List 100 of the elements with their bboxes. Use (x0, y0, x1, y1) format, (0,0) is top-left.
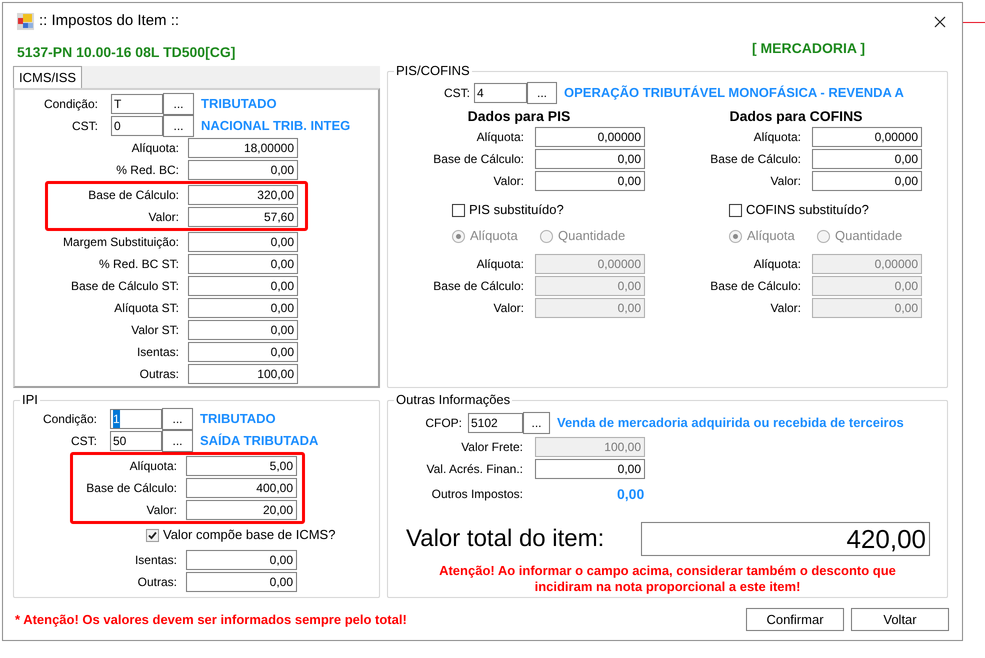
field-label: Valor: (492, 300, 524, 317)
field-label: % Red. BC: (115, 162, 179, 179)
section-heading: Dados para PIS (466, 107, 572, 126)
field-label: Alíquota ST: (113, 300, 179, 317)
input-field[interactable]: 0,00 (535, 149, 645, 169)
window-title: :: Impostos do Item :: (39, 11, 180, 32)
field-label: CST: (70, 433, 97, 450)
field-label: Alíquota: (476, 256, 524, 273)
input-field[interactable]: 0 (111, 116, 163, 136)
field-label: Outros Impostos: (430, 486, 523, 503)
close-icon[interactable] (932, 14, 948, 30)
field-label: Condição: (42, 96, 98, 113)
picker-button[interactable]: ... (527, 82, 557, 104)
field-label: Valor: (146, 502, 177, 519)
input-field[interactable]: T (111, 94, 163, 114)
description-text: SAÍDA TRIBUTADA (200, 432, 318, 450)
field-label: Val. Acrés. Finan.: (426, 461, 523, 478)
radio-button[interactable] (540, 230, 553, 242)
field-label: Valor Frete: (460, 439, 523, 456)
field-label: CST: (70, 118, 98, 135)
checkbox-label: Valor compõe base de ICMS? (163, 526, 336, 544)
field-label: Valor ST: (130, 322, 179, 339)
group-title: PIS/COFINS (395, 64, 471, 78)
field-label: Outras: (136, 574, 177, 591)
input-field[interactable]: 0,00000 (535, 127, 645, 147)
warning-text: * Atenção! Os valores devem ser informados sempre pelo total! (15, 610, 407, 629)
input-field[interactable]: 57,60 (188, 207, 298, 227)
input-field[interactable]: 5,00 (186, 456, 297, 476)
field-label: Valor: (492, 173, 524, 190)
field-label: Alíquota: (128, 458, 177, 475)
checkbox[interactable] (452, 204, 465, 216)
picker-button[interactable]: ... (162, 430, 193, 452)
input-field[interactable]: 0,00 (535, 459, 645, 479)
field-label: CST: (442, 85, 470, 102)
input-field[interactable]: 1 (110, 409, 162, 429)
picker-button[interactable]: ... (163, 115, 194, 137)
input-field[interactable]: 0,00 (186, 572, 297, 592)
tab[interactable]: ICMS/ISS (13, 66, 82, 88)
description-text: OPERAÇÃO TRIBUTÁVEL MONOFÁSICA - REVENDA A (564, 84, 904, 102)
input-field[interactable]: 0,00 (812, 171, 922, 191)
dialog-button[interactable]: Voltar (851, 608, 949, 631)
input-field[interactable]: 0,00 (188, 276, 298, 296)
field-label: Base de Cálculo ST: (70, 278, 179, 295)
field-label: Base de Cálculo: (432, 278, 524, 295)
checkbox[interactable] (146, 528, 159, 542)
input-field[interactable]: 50 (110, 431, 162, 451)
dialog-button[interactable]: Confirmar (746, 608, 844, 631)
input-field[interactable]: 0,00 (188, 320, 298, 340)
description-text: Venda de mercadoria adquirida ou recebida de terceiros (557, 414, 904, 432)
input-field[interactable]: 400,00 (186, 478, 297, 498)
input-field[interactable]: 18,00000 (188, 138, 298, 158)
checkbox-label: PIS substituído? (469, 201, 564, 220)
field-label: Alíquota: (476, 129, 524, 146)
radio-button[interactable] (452, 230, 465, 242)
total-label: Valor total do item: (406, 524, 606, 554)
field-label: CFOP: (424, 415, 462, 432)
checkbox[interactable] (729, 204, 742, 216)
radio-label: Alíquota (470, 227, 518, 246)
group-title: Outras Informações (395, 393, 512, 407)
input-field[interactable]: 320,00 (188, 185, 298, 205)
checkbox-label: COFINS substituído? (746, 201, 869, 220)
category-label: [ MERCADORIA ] (752, 38, 865, 58)
field-label: Condição: (42, 411, 97, 428)
input-field[interactable]: 0,00 (188, 232, 298, 252)
description-text: TRIBUTADO (201, 95, 277, 114)
input-field[interactable]: 0,00 (812, 149, 922, 169)
field-label: Alíquota: (752, 129, 801, 146)
input-field[interactable]: 0,00 (188, 342, 298, 362)
field-label: Margem Substituição: (62, 234, 179, 251)
radio-button[interactable] (817, 230, 830, 242)
app-icon (17, 13, 34, 30)
value-text: 0,00 (617, 484, 644, 504)
group-title: IPI (21, 393, 39, 407)
picker-button[interactable]: ... (163, 93, 194, 115)
field-label: Alíquota: (130, 140, 179, 157)
input-field[interactable]: 0,00 (188, 298, 298, 318)
field-label: Base de Cálculo: (87, 187, 179, 204)
field-label: Valor: (770, 173, 801, 190)
field-label: Isentas: (134, 552, 177, 569)
input-field[interactable]: 4 (474, 83, 527, 103)
input-field[interactable]: 0,00 (188, 254, 298, 274)
warning-text: Atenção! Ao informar o campo acima, considerar também o desconto que incidiram na nota proporcional a este item! (438, 563, 897, 595)
total-field[interactable]: 420,00 (641, 522, 930, 556)
input-field[interactable]: 20,00 (186, 500, 297, 520)
field-label: Isentas: (136, 344, 179, 361)
input-field[interactable]: 0,00 (188, 160, 298, 180)
description-text: NACIONAL TRIB. INTEG (201, 117, 350, 136)
picker-button[interactable]: ... (523, 412, 550, 434)
input-field[interactable]: 0,00 (535, 171, 645, 191)
field-label: % Red. BC ST: (98, 256, 179, 273)
input-field[interactable]: 100,00 (188, 364, 298, 384)
input-field[interactable]: 0,00000 (812, 127, 922, 147)
radio-button[interactable] (729, 230, 742, 242)
field-label: Valor: (770, 300, 801, 317)
field-label: Valor: (148, 209, 179, 226)
input-field[interactable]: 0,00 (186, 550, 297, 570)
picker-button[interactable]: ... (162, 408, 193, 430)
product-name: 5137-PN 10.00-16 08L TD500[CG] (17, 42, 236, 62)
input-field[interactable]: 5102 (468, 413, 523, 433)
description-text: TRIBUTADO (200, 410, 276, 428)
